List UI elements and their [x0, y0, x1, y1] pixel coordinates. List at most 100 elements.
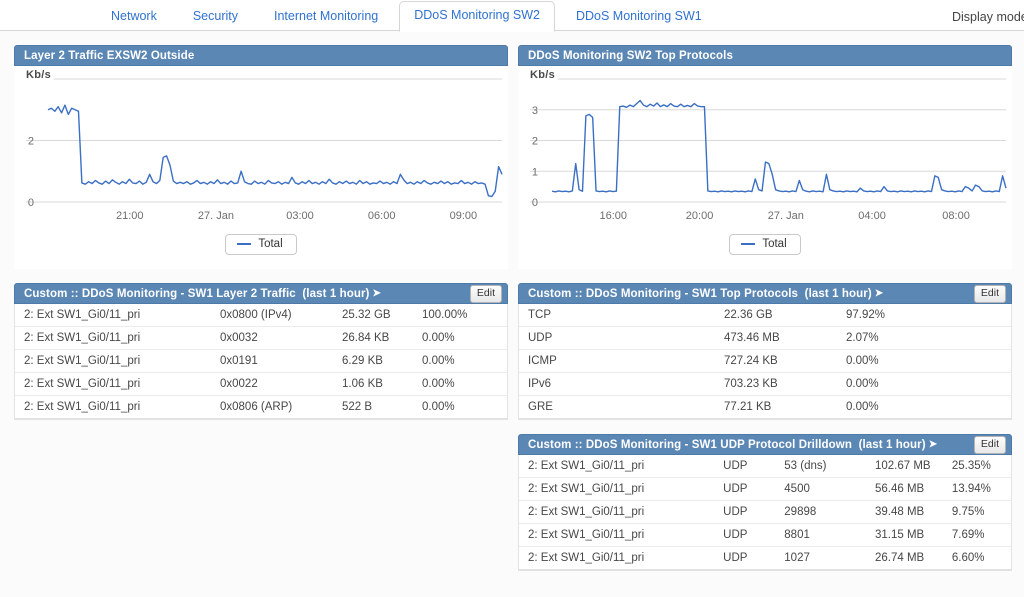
panel-header: Layer 2 Traffic EXSW2 Outside — [14, 45, 508, 66]
cell-percent: 100.00% — [422, 309, 502, 321]
cell-volume: 522 B — [342, 401, 422, 413]
cell-interface: 2: Ext SW1_Gi0/11_pri — [528, 552, 723, 564]
cell-volume: 77.21 KB — [724, 401, 846, 413]
cell-percent: 6.60% — [952, 552, 1011, 564]
panel-title: Custom :: DDoS Monitoring - SW1 UDP Prot… — [528, 439, 974, 451]
table-row[interactable]: UDP473.46 MB2.07% — [519, 327, 1011, 350]
cell-percent: 0.00% — [422, 401, 502, 413]
table-row[interactable]: GRE77.21 KB0.00% — [519, 396, 1011, 419]
cell-percent: 2.07% — [846, 332, 926, 344]
tab-security[interactable]: Security — [178, 2, 253, 31]
chart-top-protocols: Kb/s 012316:0020:0027. Jan04:0008:00 — [518, 66, 1012, 228]
cell-percent: 7.69% — [952, 529, 1011, 541]
panel-period: (last 1 hour) — [859, 439, 926, 451]
right-column: DDoS Monitoring SW2 Top Protocols Kb/s 0… — [518, 45, 1012, 571]
cell-volume: 26.84 KB — [342, 332, 422, 344]
table-row[interactable]: 2: Ext SW1_Gi0/11_priUDP880131.15 MB7.69… — [519, 524, 1011, 547]
panel-title: Custom :: DDoS Monitoring - SW1 Top Prot… — [528, 288, 974, 300]
legend-line-swatch — [741, 243, 755, 245]
expand-arrow-icon[interactable]: ➤ — [875, 288, 883, 299]
cell-volume: 56.46 MB — [875, 483, 952, 495]
expand-arrow-icon[interactable]: ➤ — [929, 439, 937, 450]
panel-title: Custom :: DDoS Monitoring - SW1 Layer 2 … — [24, 288, 470, 300]
svg-text:21:00: 21:00 — [116, 210, 144, 222]
svg-text:03:00: 03:00 — [286, 210, 314, 222]
panel-title-text: Custom :: DDoS Monitoring - SW1 Layer 2 … — [24, 288, 296, 300]
cell-protocol: UDP — [723, 506, 784, 518]
cell-volume: 6.29 KB — [342, 355, 422, 367]
svg-text:16:00: 16:00 — [600, 210, 628, 222]
cell-percent: 0.00% — [846, 355, 926, 367]
cell-volume: 39.48 MB — [875, 506, 952, 518]
edit-button[interactable]: Edit — [470, 285, 502, 303]
legend-line-swatch — [237, 243, 251, 245]
cell-volume: 1.06 KB — [342, 378, 422, 390]
panel-sw1-layer2-traffic-table: Custom :: DDoS Monitoring - SW1 Layer 2 … — [14, 283, 508, 420]
chart-legend: Total — [518, 228, 1012, 269]
cell-interface: 2: Ext SW1_Gi0/11_pri — [24, 355, 220, 367]
cell-volume: 473.46 MB — [724, 332, 846, 344]
dashboard-page: Layer 2 Traffic EXSW2 Outside Kb/s 0 2 21:… — [0, 31, 1024, 597]
table-row[interactable]: 2: Ext SW1_Gi0/11_pri0x01916.29 KB0.00% — [15, 350, 507, 373]
cell-protocol: UDP — [723, 483, 784, 495]
cell-port: 1027 — [784, 552, 875, 564]
cell-percent: 0.00% — [422, 378, 502, 390]
panel-layer2-traffic-chart: Layer 2 Traffic EXSW2 Outside Kb/s 0221:… — [14, 45, 508, 269]
table-row[interactable]: ICMP727.24 KB0.00% — [519, 350, 1011, 373]
chart-y-axis-unit: Kb/s — [530, 69, 558, 81]
table-row[interactable]: 2: Ext SW1_Gi0/11_priUDP450056.46 MB13.9… — [519, 478, 1011, 501]
tab-network[interactable]: Network — [96, 2, 172, 31]
cell-interface: 2: Ext SW1_Gi0/11_pri — [528, 529, 723, 541]
chart-y-axis-unit: Kb/s — [26, 69, 54, 81]
tab-bar: Network Security Internet Monitoring DDo… — [0, 0, 1024, 31]
table-row[interactable]: TCP22.36 GB97.92% — [519, 304, 1011, 327]
cell-volume: 31.15 MB — [875, 529, 952, 541]
chart-canvas: 012316:0020:0027. Jan04:0008:00 — [518, 66, 1012, 228]
cell-percent: 0.00% — [422, 332, 502, 344]
table-row[interactable]: 2: Ext SW1_Gi0/11_pri0x0806 (ARP)522 B0.… — [15, 396, 507, 419]
table-row[interactable]: 2: Ext SW1_Gi0/11_pri0x00221.06 KB0.00% — [15, 373, 507, 396]
svg-text:20:00: 20:00 — [686, 210, 714, 222]
svg-text:0: 0 — [532, 197, 538, 209]
table-row[interactable]: 2: Ext SW1_Gi0/11_priUDP2989839.48 MB9.7… — [519, 501, 1011, 524]
svg-text:3: 3 — [532, 105, 538, 117]
chart-legend: Total — [14, 228, 508, 269]
cell-protocol: UDP — [723, 552, 784, 564]
panel-header: Custom :: DDoS Monitoring - SW1 Top Prot… — [518, 283, 1012, 304]
table-row[interactable]: 2: Ext SW1_Gi0/11_pri0x0800 (IPv4)25.32 … — [15, 304, 507, 327]
cell-ethertype: 0x0032 — [220, 332, 342, 344]
tab-internet-monitoring[interactable]: Internet Monitoring — [259, 2, 393, 31]
cell-volume: 26.74 MB — [875, 552, 952, 564]
cell-interface: 2: Ext SW1_Gi0/11_pri — [24, 332, 220, 344]
cell-protocol: IPv6 — [528, 378, 724, 390]
tab-ddos-monitoring-sw1[interactable]: DDoS Monitoring SW1 — [561, 2, 717, 31]
cell-percent: 25.35% — [952, 460, 1011, 472]
svg-text:27. Jan: 27. Jan — [768, 210, 804, 222]
svg-text:2: 2 — [532, 136, 538, 148]
cell-interface: 2: Ext SW1_Gi0/11_pri — [528, 483, 723, 495]
table-sw1-udp-drilldown: 2: Ext SW1_Gi0/11_priUDP53 (dns)102.67 M… — [518, 455, 1012, 571]
table-sw1-layer2-traffic: 2: Ext SW1_Gi0/11_pri0x0800 (IPv4)25.32 … — [14, 304, 508, 420]
panel-header: Custom :: DDoS Monitoring - SW1 UDP Prot… — [518, 434, 1012, 455]
cell-interface: 2: Ext SW1_Gi0/11_pri — [24, 309, 220, 321]
edit-button[interactable]: Edit — [974, 436, 1006, 454]
edit-button[interactable]: Edit — [974, 285, 1006, 303]
table-row[interactable]: 2: Ext SW1_Gi0/11_priUDP102726.74 MB6.60… — [519, 547, 1011, 570]
cell-ethertype: 0x0191 — [220, 355, 342, 367]
cell-protocol: TCP — [528, 309, 724, 321]
table-row[interactable]: IPv6703.23 KB0.00% — [519, 373, 1011, 396]
expand-arrow-icon[interactable]: ➤ — [373, 288, 381, 299]
display-mode-label[interactable]: Display mode:N — [952, 10, 1024, 24]
legend-item-total[interactable]: Total — [225, 234, 296, 255]
cell-protocol: UDP — [723, 460, 784, 472]
tab-ddos-monitoring-sw2[interactable]: DDoS Monitoring SW2 — [399, 1, 555, 32]
svg-text:04:00: 04:00 — [858, 210, 886, 222]
panel-top-protocols-chart: DDoS Monitoring SW2 Top Protocols Kb/s 0… — [518, 45, 1012, 269]
dashboard-grid: Layer 2 Traffic EXSW2 Outside Kb/s 0 2 21:… — [14, 45, 1010, 571]
panel-header: Custom :: DDoS Monitoring - SW1 Layer 2 … — [14, 283, 508, 304]
svg-text:2: 2 — [28, 136, 34, 148]
legend-item-total[interactable]: Total — [729, 234, 800, 255]
chart-canvas: 0221:0027. Jan03:0006:0009:00 — [14, 66, 508, 228]
table-row[interactable]: 2: Ext SW1_Gi0/11_pri0x003226.84 KB0.00% — [15, 327, 507, 350]
table-row[interactable]: 2: Ext SW1_Gi0/11_priUDP53 (dns)102.67 M… — [519, 455, 1011, 478]
